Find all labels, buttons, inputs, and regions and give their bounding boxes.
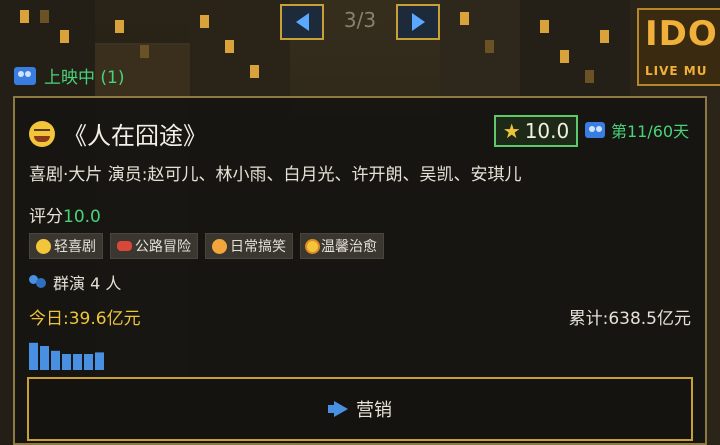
trend-bar <box>84 354 93 370</box>
window-light <box>600 30 609 43</box>
title-row: 《人在囧途》 <box>29 116 207 151</box>
window-light <box>585 70 594 83</box>
page-indicator: 3/3 <box>343 8 377 32</box>
tag: 公路冒险 <box>110 233 198 259</box>
movie-title: 《人在囧途》 <box>63 122 207 150</box>
prev-page-button[interactable] <box>280 4 324 40</box>
car-icon <box>117 241 132 251</box>
score-value: 10.0 <box>524 119 570 143</box>
window-light <box>40 10 49 23</box>
extras-count: 群演 4 人 <box>29 270 121 294</box>
tag-list: 轻喜剧 公路冒险 日常搞笑 温馨治愈 <box>29 233 384 259</box>
tag: 轻喜剧 <box>29 233 103 259</box>
left-arrow-icon <box>295 13 309 31</box>
showing-status: 上映中 (1) <box>14 63 124 88</box>
release-day: 第11/60天 <box>585 118 689 142</box>
smile-icon <box>36 238 51 254</box>
trend-bar <box>62 354 71 370</box>
right-arrow-icon <box>411 13 425 31</box>
tag-label: 日常搞笑 <box>230 239 286 255</box>
tag: 温馨治愈 <box>300 233 384 259</box>
star-icon: ★ <box>502 119 521 143</box>
day-label: 第11/60天 <box>611 122 690 141</box>
trend-bar <box>51 350 60 370</box>
marketing-button[interactable]: 营销 <box>27 377 693 441</box>
movie-card: 《人在囧途》 ★ 10.0 第11/60天 喜剧·大片 演员:赵可儿、林小雨、白… <box>13 96 707 445</box>
neon-sign: IDO LIVE MU <box>637 8 720 86</box>
window-light <box>60 30 69 43</box>
tag: 日常搞笑 <box>205 233 293 259</box>
tag-label: 温馨治愈 <box>321 239 377 255</box>
people-icon <box>29 275 47 289</box>
score-badge: ★ 10.0 <box>494 115 578 147</box>
tag-label: 轻喜剧 <box>54 239 96 255</box>
rofl-icon <box>212 238 227 254</box>
box-office-trend <box>29 342 104 370</box>
window-light <box>485 40 494 53</box>
megaphone-icon <box>328 401 350 417</box>
trend-bar <box>95 352 104 370</box>
window-light <box>225 40 234 53</box>
total-box-office: 累计:638.5亿元 <box>568 309 691 329</box>
showing-label: 上映中 (1) <box>44 68 125 88</box>
trend-bar <box>40 346 49 370</box>
window-light <box>540 20 549 33</box>
movie-camera-icon <box>14 66 36 85</box>
trend-bar <box>73 354 82 370</box>
window-light <box>20 10 29 23</box>
today-box-office: 今日:39.6亿元 <box>29 309 141 329</box>
rating: 评分10.0 <box>29 202 101 227</box>
window-light <box>200 15 209 28</box>
extras-label: 群演 4 人 <box>53 274 122 293</box>
rating-value: 10.0 <box>63 207 101 227</box>
trend-bar <box>29 342 38 370</box>
movie-camera-icon <box>585 122 605 138</box>
marketing-label: 营销 <box>356 400 392 421</box>
laughing-face-icon <box>29 120 55 147</box>
sunflower-icon <box>307 240 318 252</box>
rating-label: 评分 <box>29 207 63 227</box>
window-light <box>560 50 569 63</box>
next-page-button[interactable] <box>396 4 440 40</box>
window-light <box>140 45 149 58</box>
window-light <box>115 20 124 33</box>
window-light <box>460 12 469 25</box>
window-light <box>250 65 259 78</box>
tag-label: 公路冒险 <box>135 239 191 255</box>
genre-cast-info: 喜剧·大片 演员:赵可儿、林小雨、白月光、许开朗、吴凯、安琪儿 <box>29 165 522 185</box>
